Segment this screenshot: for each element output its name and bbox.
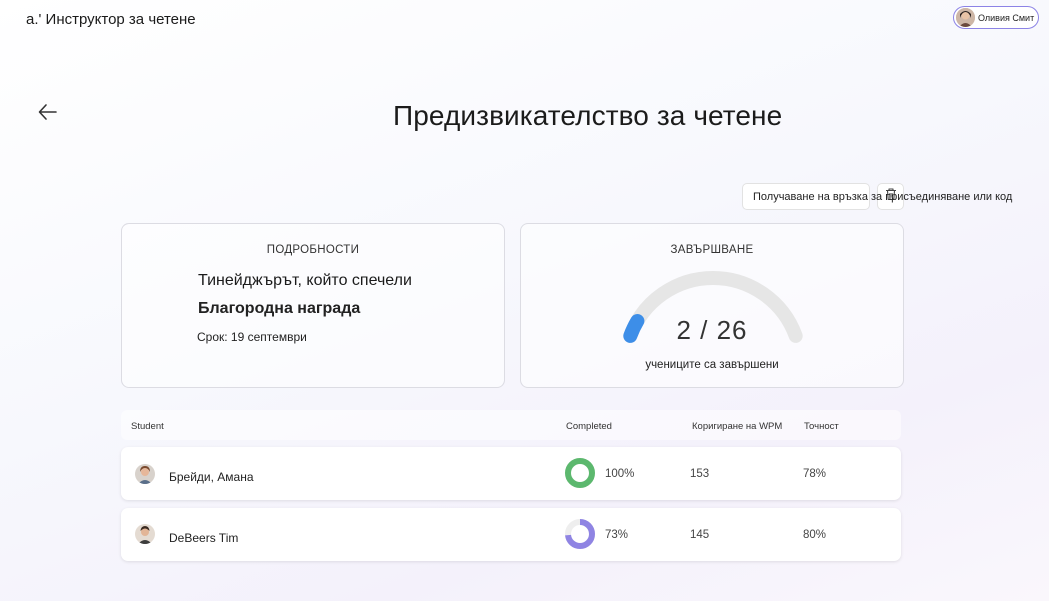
app-title: a.' Инструктор за четене <box>26 11 196 28</box>
back-arrow-icon[interactable] <box>36 100 60 124</box>
user-name: Оливия Смит <box>978 12 1035 23</box>
student-name: DeBeers Tim <box>169 531 239 545</box>
table-row[interactable]: Брейди, Амана 100% 153 78% <box>121 447 901 500</box>
completed-percent: 100% <box>605 468 635 480</box>
table-header: Student Completed Коригиране на WPM Точн… <box>121 410 901 440</box>
column-header-wpm[interactable]: Коригиране на WPM <box>692 421 782 432</box>
page-title: Предизвикателство за четене <box>393 100 783 131</box>
details-heading: ПОДРОБНОСТИ <box>266 244 360 256</box>
wpm-value: 145 <box>690 529 710 541</box>
student-name: Брейди, Амана <box>169 470 254 484</box>
completion-ring <box>565 458 595 488</box>
accuracy-value: 78% <box>803 468 827 480</box>
student-avatar <box>135 464 155 484</box>
completion-ring-fill <box>565 458 595 488</box>
get-join-link-button[interactable]: Получаване на връзка за присъединяване и… <box>742 183 1012 210</box>
accuracy-value: 80% <box>803 529 827 541</box>
column-header-accuracy[interactable]: Точност <box>804 421 839 432</box>
book-title-line2: Благородна награда <box>198 300 361 317</box>
join-link-label: Получаване на връзка за присъединяване и… <box>753 190 1013 203</box>
user-profile-button[interactable]: Оливия Смит <box>953 6 1039 29</box>
student-avatar <box>135 524 155 544</box>
completion-card: ЗАВЪРШВАНЕ 2 / 26 учениците са завършени <box>520 223 904 388</box>
book-title-line1: Тинейджърът, който спечели <box>198 272 412 289</box>
completion-value: 2 / 26 <box>676 315 748 345</box>
column-header-completed[interactable]: Completed <box>566 421 612 432</box>
due-date: Срок: 19 септември <box>197 330 307 344</box>
column-header-student[interactable]: Student <box>131 421 164 432</box>
completion-ring <box>565 519 595 549</box>
completion-caption: учениците са завършени <box>645 359 779 371</box>
completion-heading: ЗАВЪРШВАНЕ <box>670 244 754 256</box>
table-row[interactable]: DeBeers Tim 73% 145 80% <box>121 508 901 561</box>
user-avatar <box>956 8 975 27</box>
details-card: ПОДРОБНОСТИ Тинейджърът, който спечели Б… <box>121 223 505 388</box>
wpm-value: 153 <box>690 468 710 480</box>
completed-percent: 73% <box>605 529 629 541</box>
